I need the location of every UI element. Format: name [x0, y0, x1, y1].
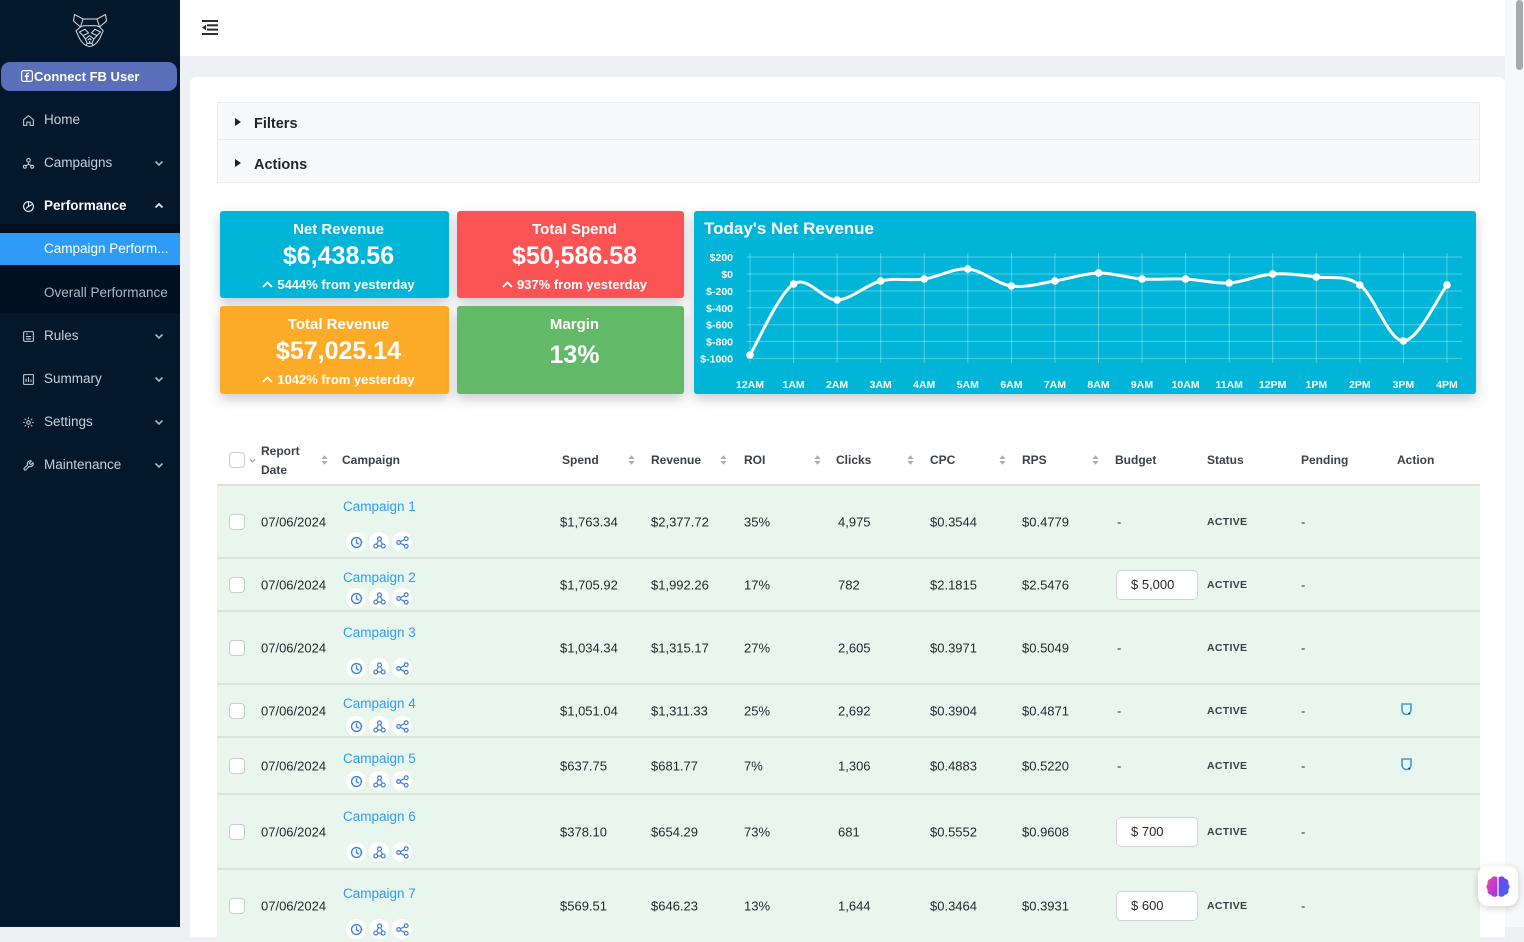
- svg-text:2PM: 2PM: [1349, 379, 1371, 391]
- svg-text:$-1000: $-1000: [700, 353, 733, 365]
- svg-text:9AM: 9AM: [1131, 379, 1153, 391]
- svg-text:12AM: 12AM: [736, 379, 764, 391]
- svg-text:6AM: 6AM: [1000, 379, 1022, 391]
- svg-text:8AM: 8AM: [1087, 379, 1109, 391]
- svg-text:10AM: 10AM: [1172, 379, 1200, 391]
- svg-text:12PM: 12PM: [1259, 379, 1287, 391]
- svg-text:3AM: 3AM: [870, 379, 892, 391]
- svg-text:1AM: 1AM: [783, 379, 805, 391]
- svg-text:3PM: 3PM: [1393, 379, 1415, 391]
- svg-text:$-600: $-600: [706, 320, 733, 332]
- svg-text:4AM: 4AM: [913, 379, 935, 391]
- svg-text:2AM: 2AM: [826, 379, 848, 391]
- svg-text:$0: $0: [721, 269, 733, 281]
- svg-text:7AM: 7AM: [1044, 379, 1066, 391]
- svg-text:$-400: $-400: [706, 303, 733, 315]
- svg-text:4PM: 4PM: [1436, 379, 1458, 391]
- svg-text:$-800: $-800: [706, 337, 733, 349]
- svg-text:$200: $200: [710, 252, 734, 264]
- svg-text:5AM: 5AM: [957, 379, 979, 391]
- svg-text:11AM: 11AM: [1215, 379, 1243, 391]
- svg-text:1PM: 1PM: [1306, 379, 1328, 391]
- svg-text:$-200: $-200: [706, 286, 733, 298]
